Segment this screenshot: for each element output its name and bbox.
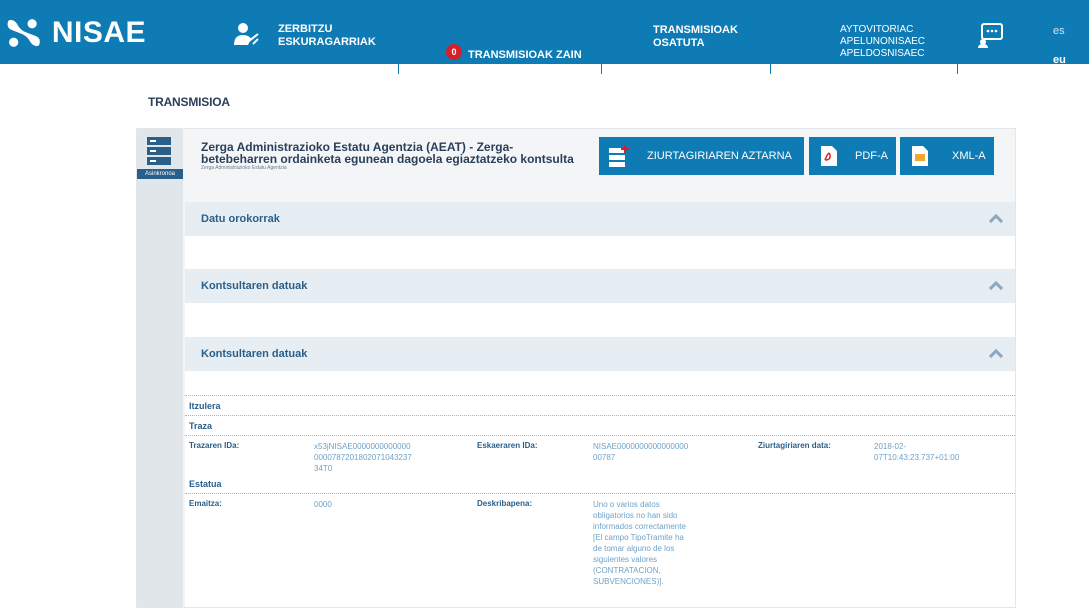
async-badge: Asinkronoa — [137, 169, 183, 179]
trace-heading: Traza — [189, 421, 213, 431]
query-data-detail: Itzulera Traza Trazaren IDa: x53jNISAE00… — [185, 371, 1015, 607]
description-label: Deskribapena: — [477, 499, 533, 508]
request-id-line: NISAE0000000000000000 — [593, 442, 689, 451]
nav-completed-transmissions[interactable]: TRANSMISIOAK OSATUTA — [653, 24, 753, 88]
certificate-fingerprint-button[interactable]: ZIURTAGIRIAREN AZTARNA — [599, 137, 804, 175]
trace-id-line: 0000787201802071043237 — [314, 453, 412, 462]
request-id-line: 00787 — [593, 453, 616, 462]
user-settings-icon[interactable] — [233, 22, 259, 46]
description-line: de tomar alguno de los — [593, 544, 675, 553]
trace-id-label: Trazaren IDa: — [189, 441, 240, 450]
trace-id-line: 34T0 — [314, 464, 333, 473]
nav-divider — [770, 64, 771, 74]
user-line-3: APELDOSNISAEC — [840, 48, 925, 59]
nisae-logo[interactable]: NISAE — [6, 10, 146, 56]
description-line: (CONTRATACION, — [593, 566, 661, 575]
section-general-data[interactable]: Datu orokorrak — [185, 202, 1015, 236]
trace-id-line: x53jNISAE0000000000000 — [314, 442, 411, 451]
description-line: [El campo TipoTramite ha — [593, 533, 684, 542]
nav-pending-transmissions[interactable]: 0 TRANSMISIOAK ZAIN — [446, 23, 582, 87]
nav-divider — [957, 64, 958, 74]
section-label: Kontsultaren datuak — [201, 280, 308, 292]
cert-date-line: 07T10:43:23.737+01:00 — [874, 453, 960, 462]
divider — [185, 395, 1015, 396]
result-label: Emaitza: — [189, 499, 222, 508]
cert-date-line: 2018-02- — [874, 442, 907, 451]
side-column: Asinkronoa — [137, 129, 183, 607]
nav-pending-label: TRANSMISIOAK ZAIN — [468, 48, 582, 61]
description-line: siguientes valores — [593, 555, 658, 564]
nav-divider — [601, 64, 602, 74]
pdf-file-icon — [817, 144, 841, 168]
nav-available-services[interactable]: ZERBITZU ESKURAGARRIAK — [278, 23, 388, 87]
language-eu-link[interactable]: eu — [1053, 54, 1066, 66]
request-id-value: NISAE0000000000000000 00787 — [593, 441, 688, 463]
server-icon — [147, 137, 171, 165]
result-value: 0000 — [314, 500, 332, 509]
nav-services-label: ZERBITZU ESKURAGARRIAK — [278, 23, 376, 48]
xml-button[interactable]: XML-A — [900, 137, 994, 175]
description-line: Uno o varios datos — [593, 500, 660, 509]
cert-date-value: 2018-02- 07T10:43:23.737+01:00 — [874, 441, 959, 463]
chevron-up-icon[interactable] — [989, 348, 1003, 358]
response-heading: Itzulera — [189, 401, 221, 411]
cert-date-label: Ziurtagiriaren data: — [758, 441, 831, 450]
request-title: Zerga Administrazioko Estatu Agentzia (A… — [201, 140, 574, 166]
section-query-data[interactable]: Kontsultaren datuak — [185, 269, 1015, 303]
certificate-button-label: ZIURTAGIRIAREN AZTARNA — [647, 150, 792, 162]
certificate-icon — [607, 144, 631, 168]
chevron-up-icon[interactable] — [989, 280, 1003, 290]
description-line: informados correctamente — [593, 522, 686, 531]
logo-text: NISAE — [51, 16, 146, 49]
transmission-card: Asinkronoa Zerga Administrazioko Estatu … — [136, 128, 1016, 608]
status-heading: Estatua — [189, 479, 222, 489]
request-id-label: Eskaeraren IDa: — [477, 441, 538, 450]
xml-button-label: XML-A — [952, 150, 986, 162]
section-label: Datu orokorrak — [201, 213, 280, 225]
request-subtitle: Zerga Administrazioko Estatu Agentzia — [201, 165, 287, 171]
section-body — [185, 236, 1015, 269]
section-query-data[interactable]: Kontsultaren datuak — [185, 337, 1015, 371]
pending-count-badge: 0 — [446, 44, 462, 60]
pdf-button-label: PDF-A — [855, 150, 888, 162]
top-navigation-bar: NISAE ZERBITZU ESKURAGARRIAK 0 TRANSMISI… — [0, 0, 1089, 66]
divider — [185, 415, 1015, 416]
description-value: Uno o varios datos obligatorios no han s… — [593, 499, 686, 587]
chat-icon[interactable] — [978, 22, 1004, 48]
page-title: TRANSMISIOA — [148, 95, 230, 109]
chevron-up-icon[interactable] — [989, 213, 1003, 223]
description-line: SUBVENCIONES)]. — [593, 577, 664, 586]
user-line-2: APELUNONISAEC — [840, 36, 926, 47]
nav-divider — [398, 64, 399, 74]
user-line-1: AYTOVITORIAC — [840, 24, 914, 35]
description-line: obligatorios no han sido — [593, 511, 678, 520]
divider — [185, 435, 1015, 436]
pdf-button[interactable]: PDF-A — [809, 137, 896, 175]
xml-file-icon — [908, 144, 932, 168]
trace-id-value: x53jNISAE0000000000000 00007872018020710… — [314, 441, 412, 474]
section-label: Kontsultaren datuak — [201, 348, 308, 360]
logo-mark-icon — [7, 19, 40, 47]
section-body — [185, 303, 1015, 337]
nav-user-info[interactable]: AYTOVITORIAC APELUNONISAEC APELDOSNISAEC — [840, 24, 925, 88]
language-es-link[interactable]: es — [1053, 25, 1065, 37]
divider — [185, 493, 1015, 494]
nav-done-label: TRANSMISIOAK OSATUTA — [653, 24, 738, 49]
